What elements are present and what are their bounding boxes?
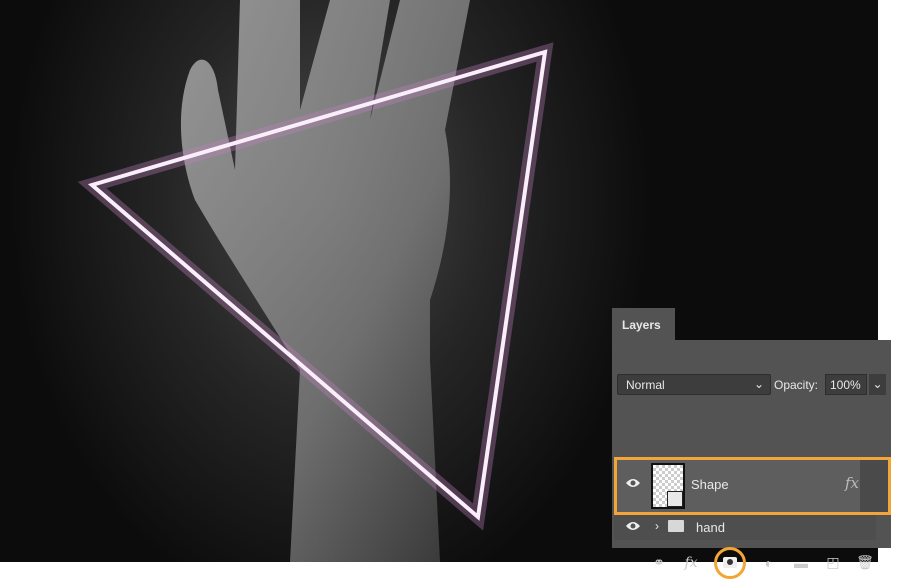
- chevron-right-icon[interactable]: ›: [655, 519, 659, 533]
- folder-icon: [668, 520, 684, 532]
- opacity-dropdown[interactable]: ⌄: [869, 374, 886, 395]
- trash-icon[interactable]: 🗑: [856, 554, 874, 571]
- layer-thumbnail: [651, 463, 685, 509]
- eye-icon[interactable]: [625, 477, 641, 489]
- layer-row-hand[interactable]: › hand: [614, 515, 876, 540]
- link-icon[interactable]: ⚭: [650, 554, 668, 571]
- add-mask-icon[interactable]: [714, 546, 746, 579]
- folder-icon[interactable]: ▬: [792, 555, 810, 571]
- chevron-down-icon: ⌄: [753, 377, 764, 391]
- fx-icon[interactable]: fx: [845, 474, 859, 492]
- new-layer-icon[interactable]: ◰: [824, 554, 842, 571]
- layer-name: Shape: [691, 477, 729, 492]
- tab-layers[interactable]: Layers: [612, 308, 675, 342]
- blend-mode-select[interactable]: Normal ⌄: [617, 374, 771, 395]
- layers-panel: Layers Normal ⌄ Opacity: 100% ⌄ Shape fx …: [612, 308, 893, 579]
- layer-row-shape[interactable]: Shape fx ⌄: [614, 457, 891, 515]
- layers-footer: ⚭ fx ◐ ▬ ◰ 🗑: [612, 545, 891, 580]
- layers-panel-body: Normal ⌄ Opacity: 100% ⌄ Shape fx ⌄ › han…: [612, 340, 891, 579]
- eye-icon[interactable]: [625, 520, 641, 532]
- vector-shape-icon: [667, 491, 683, 507]
- adjustment-icon[interactable]: ◐: [760, 555, 778, 571]
- blend-mode-value: Normal: [626, 378, 665, 392]
- opacity-label: Opacity:: [774, 378, 819, 392]
- layer-name: hand: [696, 520, 725, 535]
- row-strip: [860, 460, 888, 512]
- fx-icon[interactable]: fx: [682, 555, 700, 571]
- opacity-input[interactable]: 100%: [825, 374, 867, 395]
